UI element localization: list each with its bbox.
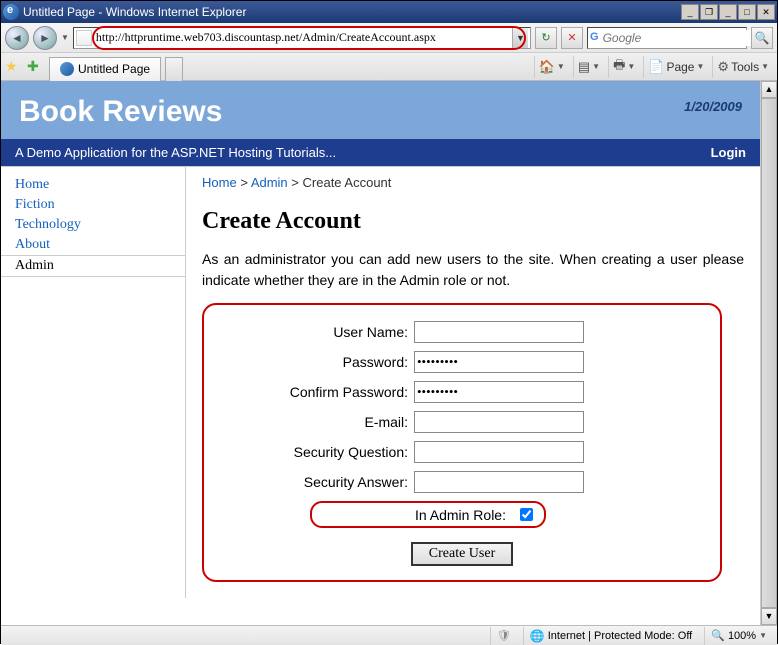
status-zone-text: Internet | Protected Mode: Off <box>548 630 693 642</box>
status-bar: 🛡 🌐 Internet | Protected Mode: Off 🔍 100… <box>1 625 777 645</box>
email-input[interactable] <box>414 411 584 433</box>
security-question-label: Security Question: <box>224 444 414 460</box>
breadcrumb-admin[interactable]: Admin <box>251 175 288 190</box>
site-header: Book Reviews 1/20/2009 <box>1 81 760 139</box>
confirm-password-input[interactable] <box>414 381 584 403</box>
username-label: User Name: <box>224 324 414 340</box>
minimize-button[interactable]: _ <box>719 4 737 20</box>
search-box <box>587 27 747 49</box>
print-tool[interactable]: 🖶▼ <box>608 56 639 78</box>
globe-icon: 🌐 <box>530 629 545 643</box>
page-content: Book Reviews 1/20/2009 A Demo Applicatio… <box>1 81 760 625</box>
main-content: Home > Admin > Create Account Create Acc… <box>186 167 760 598</box>
navigation-bar: ◄ ► ▼ ▼ ↻ ✕ 🔍 <box>1 23 777 53</box>
sidebar-item-home[interactable]: Home <box>1 175 185 195</box>
admin-role-checkbox[interactable] <box>520 508 533 521</box>
sidebar-item-fiction[interactable]: Fiction <box>1 195 185 215</box>
rss-icon: ▤ <box>578 59 590 75</box>
maximize-button[interactable]: □ <box>738 4 756 20</box>
security-answer-label: Security Answer: <box>224 474 414 490</box>
home-icon: 🏠 <box>539 59 555 75</box>
site-body: Home Fiction Technology About Admin Home… <box>1 166 760 598</box>
site-date: 1/20/2009 <box>684 99 742 114</box>
new-tab-button[interactable] <box>165 57 183 81</box>
tab-toolbar: ★ ✚ Untitled Page 🏠▼ ▤▼ 🖶▼ 📄Page▼ ⚙Tools… <box>1 53 777 81</box>
sidebar-item-technology[interactable]: Technology <box>1 215 185 235</box>
address-input[interactable] <box>94 29 512 46</box>
refresh-button[interactable]: ↻ <box>535 27 557 49</box>
breadcrumb-home[interactable]: Home <box>202 175 237 190</box>
shield-icon: 🛡 <box>497 629 511 642</box>
tools-tool[interactable]: ⚙Tools▼ <box>712 56 773 78</box>
window-titlebar: Untitled Page - Windows Internet Explore… <box>1 1 777 23</box>
home-tool[interactable]: 🏠▼ <box>534 56 569 78</box>
viewport: Book Reviews 1/20/2009 A Demo Applicatio… <box>1 81 777 625</box>
forward-button[interactable]: ► <box>33 26 57 50</box>
zoom-icon: 🔍 <box>711 629 725 642</box>
page-menu-icon: 📄 <box>648 59 664 75</box>
site-title: Book Reviews <box>19 95 222 129</box>
window-buttons: _ ❐ _ □ ✕ <box>681 4 775 20</box>
address-dropdown[interactable]: ▼ <box>512 28 528 48</box>
breadcrumb: Home > Admin > Create Account <box>202 175 744 190</box>
breadcrumb-current: Create Account <box>303 175 392 190</box>
address-bar: ▼ <box>73 27 531 49</box>
create-user-form: User Name: Password: Confirm Password: E… <box>202 303 722 582</box>
site-subheader: A Demo Application for the ASP.NET Hosti… <box>1 139 760 166</box>
add-favorite-icon[interactable]: ✚ <box>27 58 45 76</box>
security-answer-input[interactable] <box>414 471 584 493</box>
status-zoom[interactable]: 🔍 100% ▼ <box>704 627 773 645</box>
minimize-alt-button[interactable]: _ <box>681 4 699 20</box>
admin-role-group: In Admin Role: <box>310 501 546 528</box>
scroll-track[interactable] <box>761 98 777 608</box>
page-heading: Create Account <box>202 208 744 235</box>
window-title: Untitled Page - Windows Internet Explore… <box>23 5 681 19</box>
back-button[interactable]: ◄ <box>5 26 29 50</box>
search-button[interactable]: 🔍 <box>751 27 773 49</box>
sidebar-item-about[interactable]: About <box>1 235 185 255</box>
stop-button[interactable]: ✕ <box>561 27 583 49</box>
google-icon <box>590 31 599 45</box>
scroll-thumb[interactable] <box>761 98 777 608</box>
favorites-icon[interactable]: ★ <box>5 58 23 76</box>
close-button[interactable]: ✕ <box>757 4 775 20</box>
status-shield: 🛡 <box>490 627 517 645</box>
print-icon: 🖶 <box>613 56 625 78</box>
browser-tab[interactable]: Untitled Page <box>49 57 161 81</box>
page-icon <box>76 30 92 46</box>
page-intro: As an administrator you can add new user… <box>202 249 744 291</box>
create-user-button[interactable]: Create User <box>411 542 513 566</box>
security-question-input[interactable] <box>414 441 584 463</box>
password-label: Password: <box>224 354 414 370</box>
tab-title: Untitled Page <box>78 62 150 76</box>
scroll-down-button[interactable]: ▼ <box>761 608 777 625</box>
ie-icon <box>3 4 19 20</box>
gear-icon: ⚙ <box>717 59 729 75</box>
admin-role-label: In Admin Role: <box>322 507 512 523</box>
username-input[interactable] <box>414 321 584 343</box>
site-tagline: A Demo Application for the ASP.NET Hosti… <box>15 145 336 160</box>
confirm-password-label: Confirm Password: <box>224 384 414 400</box>
vertical-scrollbar[interactable]: ▲ ▼ <box>760 81 777 625</box>
nav-history-dropdown[interactable]: ▼ <box>61 33 69 42</box>
search-input[interactable] <box>601 30 762 46</box>
zoom-value: 100% <box>728 630 756 642</box>
sidebar-nav: Home Fiction Technology About Admin <box>1 167 186 598</box>
tab-page-icon <box>60 62 74 76</box>
password-input[interactable] <box>414 351 584 373</box>
page-tool[interactable]: 📄Page▼ <box>643 56 708 78</box>
sidebar-item-admin[interactable]: Admin <box>1 255 185 277</box>
status-zone: 🌐 Internet | Protected Mode: Off <box>523 627 698 645</box>
feeds-tool[interactable]: ▤▼ <box>573 56 604 78</box>
restore-alt-button[interactable]: ❐ <box>700 4 718 20</box>
email-label: E-mail: <box>224 414 414 430</box>
scroll-up-button[interactable]: ▲ <box>761 81 777 98</box>
login-link[interactable]: Login <box>711 145 746 160</box>
